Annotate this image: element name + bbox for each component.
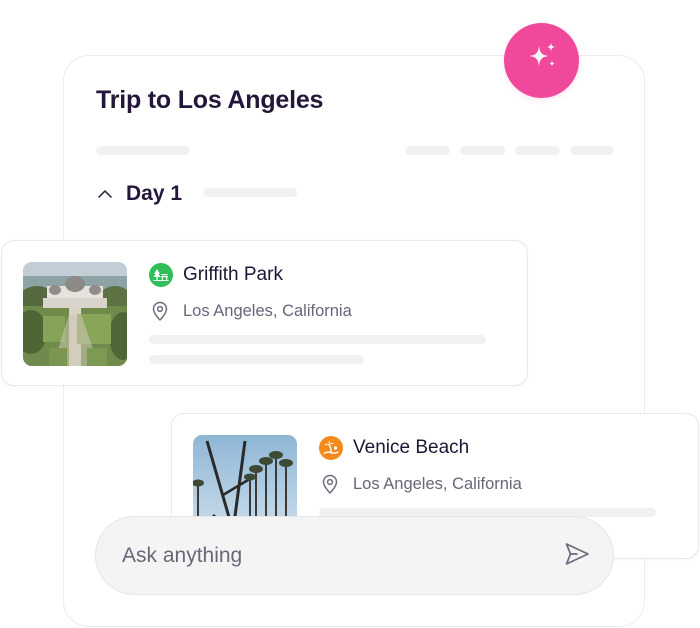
day-label: Day 1 <box>126 182 183 205</box>
place-location: Los Angeles, California <box>183 302 352 320</box>
place-card-griffith-park[interactable]: Griffith Park Los Angeles, California <box>1 240 528 386</box>
ask-input[interactable] <box>122 539 542 573</box>
skeleton-bar <box>515 146 560 155</box>
location-pin-icon <box>319 473 341 495</box>
skeleton-bar <box>570 146 614 155</box>
location-pin-icon <box>149 300 171 322</box>
trip-title: Trip to Los Angeles <box>96 86 324 114</box>
beach-palm-icon <box>319 436 343 460</box>
place-name: Griffith Park <box>183 264 283 285</box>
send-icon <box>563 540 591 573</box>
skeleton-bar <box>149 335 486 344</box>
skeleton-bar <box>203 188 297 197</box>
skeleton-bar <box>96 146 190 155</box>
ai-sparkle-button[interactable] <box>504 23 579 98</box>
place-photo <box>23 262 127 366</box>
place-name: Venice Beach <box>353 437 470 458</box>
day-toggle[interactable]: Day 1 <box>96 180 182 208</box>
park-icon <box>149 263 173 287</box>
chevron-up-icon <box>96 185 114 203</box>
place-location: Los Angeles, California <box>353 475 522 493</box>
skeleton-bar <box>149 355 364 364</box>
sparkle-icon <box>524 40 560 81</box>
skeleton-bar <box>460 146 505 155</box>
chat-bar <box>95 516 614 595</box>
send-button[interactable] <box>562 541 592 571</box>
skeleton-bar <box>405 146 450 155</box>
